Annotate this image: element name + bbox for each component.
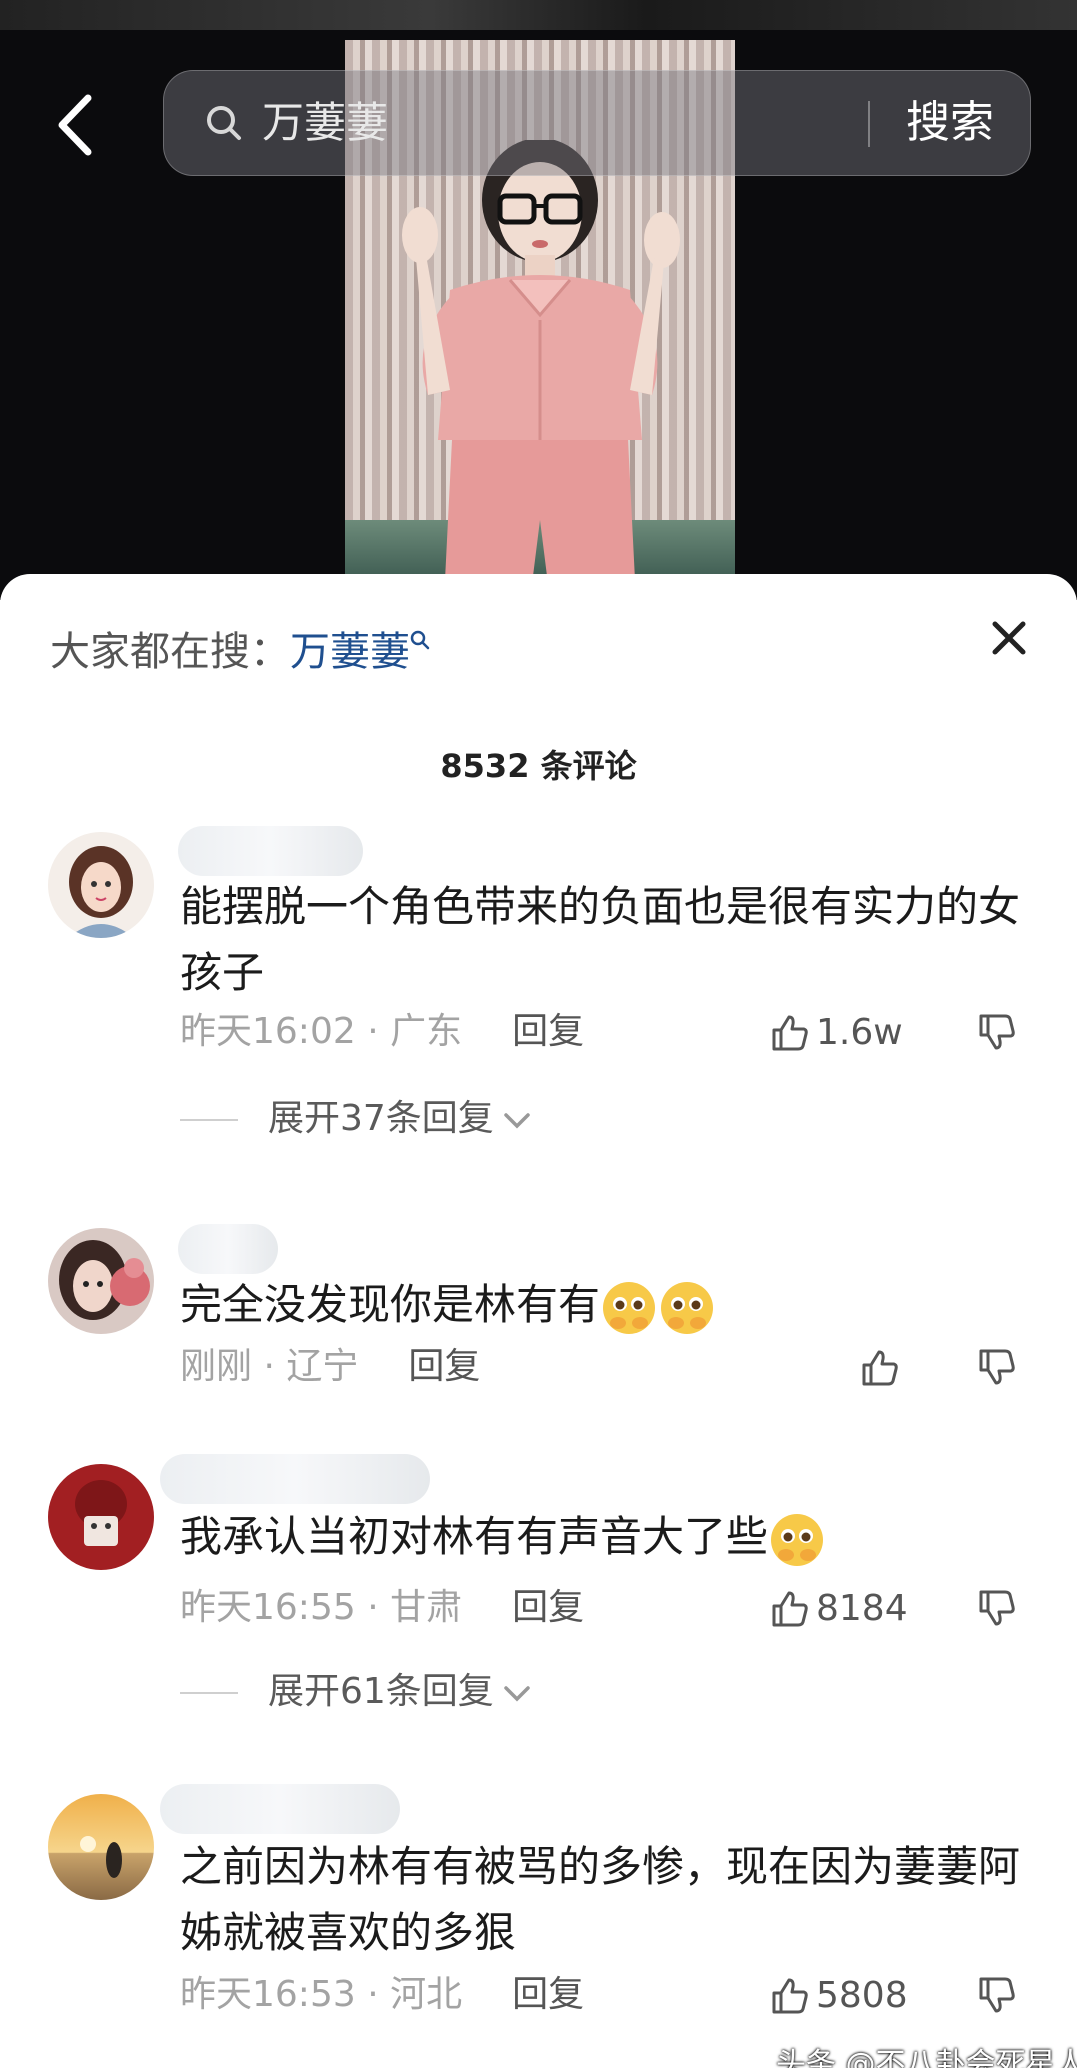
comment-time: 昨天16:02 bbox=[180, 1011, 356, 1052]
comment-time: 昨天16:53 bbox=[180, 1974, 356, 2015]
comments-sheet: 大家都在搜：万萋萋 8532 条评论 能摆脱一个角色带来的负面也是很有实力的女孩… bbox=[0, 574, 1077, 2068]
reply-button[interactable]: 回复 bbox=[512, 1974, 584, 2015]
thumbs-down-icon[interactable] bbox=[975, 1968, 1019, 2022]
search-icon bbox=[207, 106, 241, 140]
comment-meta: 昨天16:02 · 广东 回复 bbox=[180, 1011, 585, 1052]
comment-time: 昨天16:55 bbox=[180, 1587, 356, 1628]
thumbs-down-icon[interactable] bbox=[975, 1581, 1019, 1635]
username-blurred[interactable] bbox=[160, 1784, 400, 1834]
avatar[interactable] bbox=[48, 1228, 154, 1334]
like-button[interactable] bbox=[860, 1340, 900, 1394]
comment-location: 甘肃 bbox=[390, 1587, 463, 1628]
comment-location: 广东 bbox=[390, 1011, 463, 1052]
username-blurred[interactable] bbox=[178, 1224, 278, 1274]
expand-replies-label: 展开61条回复 bbox=[268, 1671, 494, 1712]
pleading-face-emoji bbox=[603, 1281, 656, 1334]
pleading-face-emoji bbox=[771, 1513, 824, 1566]
thumbs-up-icon bbox=[772, 1978, 808, 2014]
comment-meta: 昨天16:53 · 河北 回复 bbox=[180, 1974, 585, 2015]
thumbs-down-icon[interactable] bbox=[975, 1340, 1019, 1394]
divider-line bbox=[180, 1692, 238, 1694]
expand-replies-label: 展开37条回复 bbox=[268, 1098, 494, 1139]
like-button[interactable]: 8184 bbox=[770, 1581, 908, 1635]
expand-replies-button[interactable]: 展开37条回复 bbox=[180, 1092, 534, 1146]
trending-prefix: 大家都在搜： bbox=[50, 629, 290, 675]
divider-line bbox=[180, 1119, 238, 1121]
like-count: 8184 bbox=[816, 1588, 908, 1629]
search-bar[interactable]: 万萋萋 搜索 bbox=[163, 70, 1031, 176]
like-count: 1.6w bbox=[816, 1012, 903, 1053]
chevron-down-icon bbox=[504, 1113, 530, 1129]
comment-text: 之前因为林有有被骂的多惨，现在因为萋萋阿姊就被喜欢的多狠 bbox=[180, 1842, 1021, 1957]
close-icon[interactable] bbox=[985, 614, 1033, 662]
comment-text-content: 我承认当初对林有有声音大了些 bbox=[180, 1512, 769, 1561]
thumbs-up-icon bbox=[862, 1350, 898, 1386]
comment-count: 8532 条评论 bbox=[440, 747, 637, 785]
like-button[interactable]: 1.6w bbox=[770, 1005, 903, 1059]
trending-search: 大家都在搜：万萋萋 bbox=[50, 622, 430, 682]
like-button[interactable]: 5808 bbox=[770, 1968, 908, 2022]
like-count: 5808 bbox=[816, 1975, 908, 2016]
comment-location: 河北 bbox=[390, 1974, 463, 2015]
comment-meta: 刚刚 · 辽宁 回复 bbox=[180, 1346, 481, 1387]
video-player[interactable]: 万萋萋 搜索 bbox=[0, 0, 1077, 600]
comment-text: 能摆脱一个角色带来的负面也是很有实力的女孩子 bbox=[180, 882, 1021, 997]
pleading-face-emoji bbox=[661, 1281, 714, 1334]
reply-button[interactable]: 回复 bbox=[512, 1587, 584, 1628]
thumbs-up-icon bbox=[772, 1591, 808, 1627]
comment-text: 完全没发现你是林有有 bbox=[180, 1272, 1040, 1338]
comments-screen: 万萋萋 搜索 大家都在搜：万萋萋 8532 条评论 能摆脱一个角色带来的负面也是… bbox=[0, 0, 1077, 2068]
comment-text: 我承认当初对林有有声音大了些 bbox=[180, 1504, 1040, 1570]
comment-location: 辽宁 bbox=[286, 1346, 359, 1387]
thumbs-down-icon[interactable] bbox=[975, 1005, 1019, 1059]
trending-term-link[interactable]: 万萋萋 bbox=[290, 629, 410, 675]
avatar[interactable] bbox=[48, 1794, 154, 1900]
comment-meta: 昨天16:55 · 甘肃 回复 bbox=[180, 1587, 585, 1628]
status-strip bbox=[0, 0, 1077, 30]
reply-button[interactable]: 回复 bbox=[512, 1011, 584, 1052]
search-divider bbox=[868, 101, 870, 147]
username-blurred[interactable] bbox=[178, 826, 363, 876]
search-icon[interactable] bbox=[410, 630, 430, 650]
chevron-down-icon bbox=[504, 1686, 530, 1702]
search-query-text[interactable]: 万萋萋 bbox=[262, 95, 388, 151]
avatar[interactable] bbox=[48, 1464, 154, 1570]
comment-text-content: 完全没发现你是林有有 bbox=[180, 1280, 601, 1329]
reply-button[interactable]: 回复 bbox=[408, 1346, 480, 1387]
search-button[interactable]: 搜索 bbox=[906, 93, 994, 153]
video-person-figure bbox=[402, 140, 680, 600]
back-chevron-icon[interactable] bbox=[40, 80, 110, 170]
username-blurred[interactable] bbox=[160, 1454, 430, 1504]
expand-replies-button[interactable]: 展开61条回复 bbox=[180, 1665, 534, 1719]
watermark: 头条 @不八卦会死星人 bbox=[776, 2047, 1077, 2068]
thumbs-up-icon bbox=[772, 1015, 808, 1051]
avatar[interactable] bbox=[48, 832, 154, 938]
comment-time: 刚刚 bbox=[180, 1346, 253, 1387]
